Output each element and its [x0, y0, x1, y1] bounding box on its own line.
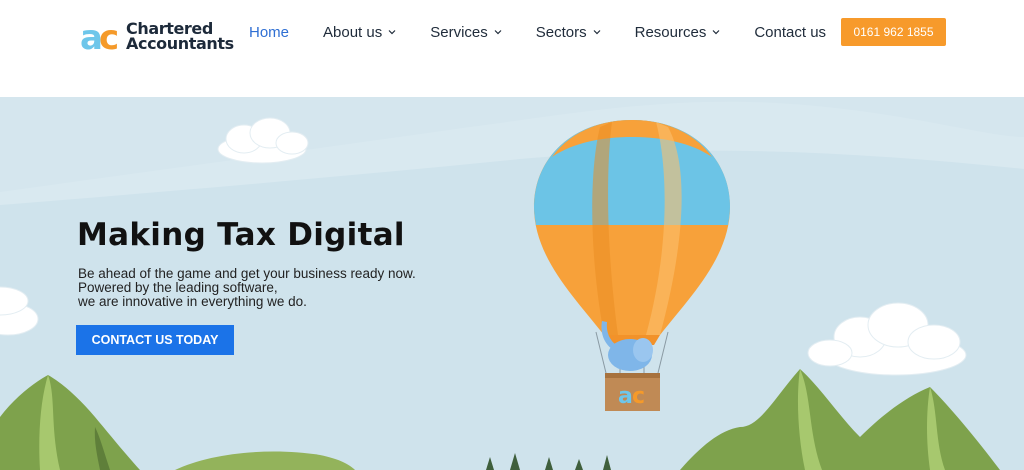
nav-item-label: About us — [323, 23, 383, 41]
hero-banner: a c Making Tax Digital Be ahead of the g… — [0, 97, 1024, 470]
svg-text:c: c — [99, 19, 119, 53]
chevron-down-icon — [388, 30, 396, 35]
hero-description-line: we are innovative in everything we do. — [78, 294, 307, 309]
chevron-down-icon — [593, 30, 601, 35]
hero-description: Be ahead of the game and get your busine… — [78, 267, 416, 309]
nav-item-sectors[interactable]: Sectors — [536, 24, 601, 41]
nav-item-about-us[interactable]: About us — [323, 24, 396, 41]
nav-item-resources[interactable]: Resources — [635, 24, 721, 41]
svg-text:c: c — [632, 384, 645, 409]
contact-us-today-button[interactable]: CONTACT US TODAY — [76, 325, 234, 355]
nav-item-home[interactable]: Home — [249, 24, 289, 41]
brand-name: Chartered Accountants — [126, 21, 234, 53]
nav-item-label: Resources — [634, 23, 707, 41]
nav-item-contact-us[interactable]: Contact us — [754, 24, 826, 41]
nav-item-label: Contact us — [754, 23, 827, 41]
chevron-down-icon — [712, 30, 720, 35]
nav-item-label: Sectors — [535, 23, 587, 41]
nav-item-label: Services — [430, 23, 488, 41]
svg-text:a: a — [618, 384, 633, 409]
chevron-down-icon — [494, 30, 502, 35]
phone-button[interactable]: 0161 962 1855 — [841, 18, 946, 46]
hero-description-line: Powered by the leading software, — [78, 280, 278, 295]
nav-item-label: Home — [249, 23, 290, 41]
brand-name-line2: Accountants — [126, 34, 234, 53]
brand-logo[interactable]: a c Chartered Accountants — [80, 18, 240, 54]
nav-item-services[interactable]: Services — [430, 24, 502, 41]
main-nav: Home About us Services Sectors Resources… — [249, 20, 860, 44]
hero-title: Making Tax Digital — [77, 217, 405, 253]
ac-logo-icon: a c — [80, 19, 119, 53]
site-header: a c Chartered Accountants Home About us … — [0, 0, 1024, 97]
hero-description-line: Be ahead of the game and get your busine… — [78, 266, 416, 281]
